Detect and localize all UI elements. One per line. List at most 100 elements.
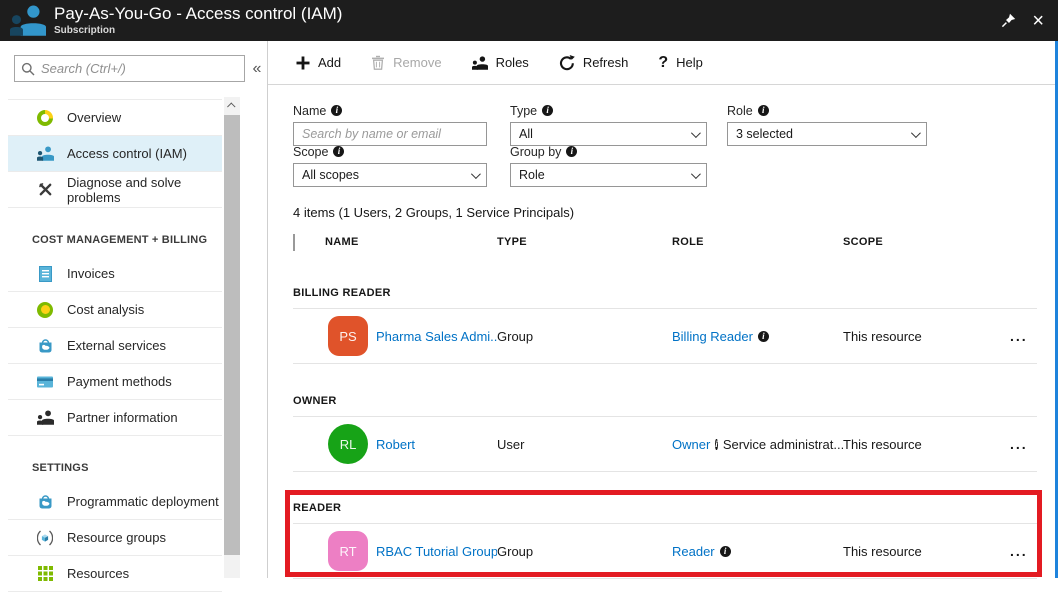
group-reader: READER RT RBAC Tutorial Group Group Read…	[293, 497, 1037, 579]
command-bar: Add Remove Roles	[268, 41, 1058, 85]
info-icon[interactable]: i	[715, 439, 718, 450]
info-icon[interactable]: i	[566, 146, 577, 157]
collapse-sidebar-icon[interactable]: «	[248, 59, 266, 79]
filter-role: Role i 3 selected	[727, 103, 927, 146]
cost-analysis-icon	[36, 302, 54, 318]
group-owner: OWNER RL Robert User Owner i Service adm…	[293, 390, 1037, 472]
partner-information-icon	[36, 410, 54, 425]
sidebar-item-label: Partner information	[67, 410, 178, 425]
type-filter-select[interactable]: All	[510, 122, 707, 146]
column-name: NAME	[325, 236, 497, 248]
roles-button[interactable]: Roles	[472, 55, 529, 70]
group-by-filter-select[interactable]: Role	[510, 163, 707, 187]
sidebar-item-label: Access control (IAM)	[67, 146, 187, 161]
sidebar-scrollbar[interactable]	[224, 97, 240, 578]
add-button[interactable]: Add	[296, 55, 341, 70]
member-type: User	[497, 437, 672, 452]
sidebar-item-payment-methods[interactable]: Payment methods	[8, 364, 222, 400]
filter-name: Name i	[293, 103, 487, 146]
sidebar-item-overview[interactable]: Overview	[8, 100, 222, 136]
member-name-link[interactable]: Pharma Sales Admi...	[376, 329, 497, 344]
info-icon[interactable]: i	[720, 546, 731, 557]
name-filter-input[interactable]	[302, 127, 478, 141]
sidebar-item-programmatic-deployment[interactable]: Programmatic deployment	[8, 484, 222, 520]
sidebar-search[interactable]	[14, 55, 245, 82]
member-scope: This resource	[843, 544, 1010, 559]
member-scope: This resource	[843, 437, 1010, 452]
info-icon[interactable]: i	[542, 105, 553, 116]
sidebar-section-cost-management: COST MANAGEMENT + BILLING	[8, 208, 222, 256]
invoices-icon	[36, 266, 54, 282]
chevron-down-icon	[471, 169, 481, 179]
sidebar-item-label: Resource groups	[67, 530, 166, 545]
access-control-icon	[36, 146, 54, 161]
group-title: READER	[293, 497, 1037, 524]
sidebar-item-invoices[interactable]: Invoices	[8, 256, 222, 292]
role-link[interactable]: Reader	[672, 544, 715, 559]
sidebar-item-cost-analysis[interactable]: Cost analysis	[8, 292, 222, 328]
scope-filter-label: Scope	[293, 145, 328, 159]
column-role: ROLE	[672, 236, 843, 248]
role-link[interactable]: Billing Reader	[672, 329, 753, 344]
external-services-icon	[36, 338, 54, 353]
sidebar-item-label: Diagnose and solve problems	[67, 175, 222, 205]
name-filter-label: Name	[293, 104, 326, 118]
pin-icon[interactable]	[1001, 13, 1016, 28]
search-input[interactable]	[41, 61, 238, 76]
table-row: RL Robert User Owner i Service administr…	[293, 417, 1037, 472]
role-filter-label: Role	[727, 104, 753, 118]
ellipsis-menu-icon[interactable]: ...	[1010, 436, 1037, 452]
column-scope: SCOPE	[843, 236, 1010, 248]
role-link[interactable]: Owner	[672, 437, 710, 452]
select-all-checkbox[interactable]	[293, 234, 295, 251]
question-icon: ?	[658, 54, 668, 72]
sidebar-item-access-control[interactable]: Access control (IAM)	[8, 136, 222, 172]
sidebar-item-label: Resources	[67, 566, 129, 581]
sidebar-item-label: External services	[67, 338, 166, 353]
member-scope: This resource	[843, 329, 1010, 344]
type-filter-label: Type	[510, 104, 537, 118]
filter-group-by: Group by i Role	[510, 144, 707, 187]
chevron-down-icon	[691, 169, 701, 179]
overview-icon	[36, 110, 54, 126]
filter-scope: Scope i All scopes	[293, 144, 487, 187]
member-name-link[interactable]: Robert	[376, 437, 415, 452]
chevron-down-icon	[691, 128, 701, 138]
main-panel: Add Remove Roles	[268, 41, 1058, 578]
close-icon[interactable]: ×	[1032, 11, 1044, 31]
help-button[interactable]: ? Help	[658, 54, 703, 72]
sidebar-item-label: Invoices	[67, 266, 115, 281]
sidebar-item-diagnose[interactable]: Diagnose and solve problems	[8, 172, 222, 208]
trash-icon	[371, 55, 385, 70]
add-icon	[296, 56, 310, 70]
resources-icon	[36, 566, 54, 581]
avatar: RL	[328, 424, 368, 464]
programmatic-deployment-icon	[36, 494, 54, 509]
column-type: TYPE	[497, 236, 672, 248]
avatar: RT	[328, 531, 368, 571]
info-icon[interactable]: i	[333, 146, 344, 157]
scope-filter-select[interactable]: All scopes	[293, 163, 487, 187]
scrollbar-thumb[interactable]	[224, 115, 240, 555]
group-title: BILLING READER	[293, 282, 1037, 309]
sidebar-item-partner-information[interactable]: Partner information	[8, 400, 222, 436]
scrollbar-up-icon[interactable]	[224, 97, 240, 114]
ellipsis-menu-icon[interactable]: ...	[1010, 543, 1037, 559]
table-row: PS Pharma Sales Admi... Group Billing Re…	[293, 309, 1037, 364]
info-icon[interactable]: i	[758, 331, 769, 342]
sidebar-item-resources[interactable]: Resources	[8, 556, 222, 592]
filter-type: Type i All	[510, 103, 707, 146]
refresh-button[interactable]: Refresh	[559, 55, 629, 71]
sidebar-item-resource-groups[interactable]: Resource groups	[8, 520, 222, 556]
member-type: Group	[497, 544, 672, 559]
sidebar-item-external-services[interactable]: External services	[8, 328, 222, 364]
role-filter-select[interactable]: 3 selected	[727, 122, 927, 146]
info-icon[interactable]: i	[758, 105, 769, 116]
member-name-link[interactable]: RBAC Tutorial Group	[376, 544, 497, 559]
sidebar-item-label: Overview	[67, 110, 121, 125]
role-detail: Service administrat...	[723, 437, 843, 452]
ellipsis-menu-icon[interactable]: ...	[1010, 328, 1037, 344]
info-icon[interactable]: i	[331, 105, 342, 116]
subscription-icon	[10, 5, 46, 36]
remove-button[interactable]: Remove	[371, 55, 441, 70]
